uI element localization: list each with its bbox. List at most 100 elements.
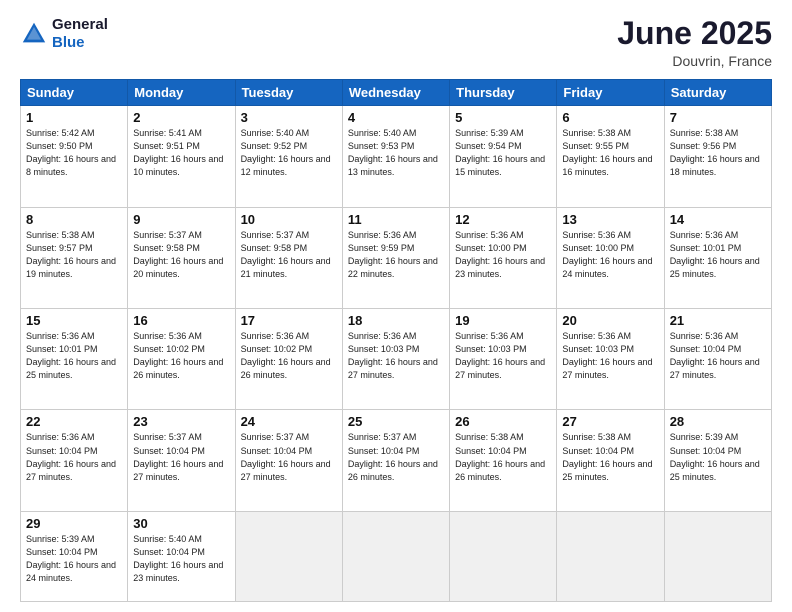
day-number: 30 — [133, 516, 229, 531]
day-number: 5 — [455, 110, 551, 125]
calendar-day-cell: 11 Sunrise: 5:36 AMSunset: 9:59 PMDayligh… — [342, 207, 449, 308]
calendar-day-cell: 24Sunrise: 5:37 AMSunset: 10:04 PMDaylig… — [235, 410, 342, 511]
day-number: 17 — [241, 313, 337, 328]
calendar-day-cell: 23 Sunrise: 5:37 AMSunset: 10:04 PMDaylig… — [128, 410, 235, 511]
day-number: 23 — [133, 414, 229, 429]
calendar-day-cell — [557, 511, 664, 601]
day-number: 16 — [133, 313, 229, 328]
calendar-day-cell: 17 Sunrise: 5:36 AMSunset: 10:02 PMDaylig… — [235, 309, 342, 410]
day-info: Sunrise: 5:38 AMSunset: 9:55 PMDaylight:… — [562, 127, 658, 179]
day-info: Sunrise: 5:40 AMSunset: 10:04 PMDaylight… — [133, 533, 229, 585]
calendar-table: SundayMondayTuesdayWednesdayThursdayFrid… — [20, 79, 772, 602]
calendar-header-row: SundayMondayTuesdayWednesdayThursdayFrid… — [21, 80, 772, 106]
calendar-day-cell: 13 Sunrise: 5:36 AMSunset: 10:00 PMDaylig… — [557, 207, 664, 308]
calendar-day-cell: 9 Sunrise: 5:37 AMSunset: 9:58 PMDaylight… — [128, 207, 235, 308]
calendar-day-cell: 26 Sunrise: 5:38 AMSunset: 10:04 PMDaylig… — [450, 410, 557, 511]
calendar-day-cell: 20 Sunrise: 5:36 AMSunset: 10:03 PMDaylig… — [557, 309, 664, 410]
day-info: Sunrise: 5:37 AMSunset: 9:58 PMDaylight:… — [133, 229, 229, 281]
day-number: 7 — [670, 110, 766, 125]
day-number: 20 — [562, 313, 658, 328]
day-info: Sunrise: 5:37 AMSunset: 10:04 PMDaylight… — [133, 431, 229, 483]
logo-text: General Blue — [52, 16, 108, 52]
calendar-day-cell: 8 Sunrise: 5:38 AMSunset: 9:57 PMDaylight… — [21, 207, 128, 308]
title-block: June 2025 Douvrin, France — [617, 16, 772, 69]
calendar-day-cell: 25 Sunrise: 5:37 AMSunset: 10:04 PMDaylig… — [342, 410, 449, 511]
calendar-day-cell: 10Sunrise: 5:37 AMSunset: 9:58 PMDayligh… — [235, 207, 342, 308]
day-info: Sunrise: 5:36 AMSunset: 10:03 PMDaylight… — [348, 330, 444, 382]
calendar-day-cell: 2 Sunrise: 5:41 AMSunset: 9:51 PMDaylight… — [128, 106, 235, 207]
day-number: 1 — [26, 110, 122, 125]
location: Douvrin, France — [617, 53, 772, 69]
calendar-day-cell — [664, 511, 771, 601]
logo-icon — [20, 20, 48, 48]
day-number: 8 — [26, 212, 122, 227]
day-info: Sunrise: 5:39 AMSunset: 10:04 PMDaylight… — [26, 533, 122, 585]
day-info: Sunrise: 5:36 AMSunset: 10:03 PMDaylight… — [562, 330, 658, 382]
day-info: Sunrise: 5:36 AMSunset: 10:00 PMDaylight… — [562, 229, 658, 281]
day-info: Sunrise: 5:38 AMSunset: 9:57 PMDaylight:… — [26, 229, 122, 281]
calendar-day-header: Thursday — [450, 80, 557, 106]
day-number: 19 — [455, 313, 551, 328]
day-info: Sunrise: 5:36 AMSunset: 10:04 PMDaylight… — [670, 330, 766, 382]
calendar-day-cell: 18 Sunrise: 5:36 AMSunset: 10:03 PMDaylig… — [342, 309, 449, 410]
day-info: Sunrise: 5:36 AMSunset: 10:01 PMDaylight… — [670, 229, 766, 281]
calendar-day-cell: 14 Sunrise: 5:36 AMSunset: 10:01 PMDaylig… — [664, 207, 771, 308]
day-info: Sunrise: 5:36 AMSunset: 10:02 PMDaylight… — [133, 330, 229, 382]
day-info: Sunrise: 5:40 AMSunset: 9:52 PMDaylight:… — [241, 127, 337, 179]
day-number: 26 — [455, 414, 551, 429]
day-info: Sunrise: 5:38 AMSunset: 10:04 PMDaylight… — [455, 431, 551, 483]
calendar-day-header: Monday — [128, 80, 235, 106]
calendar-day-cell: 5 Sunrise: 5:39 AMSunset: 9:54 PMDaylight… — [450, 106, 557, 207]
day-number: 9 — [133, 212, 229, 227]
header: General Blue June 2025 Douvrin, France — [20, 16, 772, 69]
calendar-day-cell — [235, 511, 342, 601]
day-info: Sunrise: 5:36 AMSunset: 9:59 PMDaylight:… — [348, 229, 444, 281]
day-number: 21 — [670, 313, 766, 328]
day-info: Sunrise: 5:37 AMSunset: 10:04 PMDaylight… — [241, 431, 337, 483]
calendar-day-cell: 1Sunrise: 5:42 AMSunset: 9:50 PMDaylight… — [21, 106, 128, 207]
day-number: 12 — [455, 212, 551, 227]
day-info: Sunrise: 5:40 AMSunset: 9:53 PMDaylight:… — [348, 127, 444, 179]
calendar-day-cell: 27 Sunrise: 5:38 AMSunset: 10:04 PMDaylig… — [557, 410, 664, 511]
calendar-day-cell: 6 Sunrise: 5:38 AMSunset: 9:55 PMDaylight… — [557, 106, 664, 207]
day-number: 18 — [348, 313, 444, 328]
day-info: Sunrise: 5:41 AMSunset: 9:51 PMDaylight:… — [133, 127, 229, 179]
day-info: Sunrise: 5:38 AMSunset: 9:56 PMDaylight:… — [670, 127, 766, 179]
calendar-day-cell: 15Sunrise: 5:36 AMSunset: 10:01 PMDaylig… — [21, 309, 128, 410]
day-info: Sunrise: 5:37 AMSunset: 9:58 PMDaylight:… — [241, 229, 337, 281]
calendar-day-cell: 19 Sunrise: 5:36 AMSunset: 10:03 PMDaylig… — [450, 309, 557, 410]
day-info: Sunrise: 5:37 AMSunset: 10:04 PMDaylight… — [348, 431, 444, 483]
day-number: 29 — [26, 516, 122, 531]
day-number: 3 — [241, 110, 337, 125]
calendar-day-cell — [342, 511, 449, 601]
calendar-week-row: 22Sunrise: 5:36 AMSunset: 10:04 PMDaylig… — [21, 410, 772, 511]
calendar-day-cell: 29 Sunrise: 5:39 AMSunset: 10:04 PMDaylig… — [21, 511, 128, 601]
calendar-day-cell: 7 Sunrise: 5:38 AMSunset: 9:56 PMDaylight… — [664, 106, 771, 207]
day-info: Sunrise: 5:36 AMSunset: 10:03 PMDaylight… — [455, 330, 551, 382]
day-info: Sunrise: 5:38 AMSunset: 10:04 PMDaylight… — [562, 431, 658, 483]
day-info: Sunrise: 5:39 AMSunset: 10:04 PMDaylight… — [670, 431, 766, 483]
day-number: 6 — [562, 110, 658, 125]
day-info: Sunrise: 5:36 AMSunset: 10:00 PMDaylight… — [455, 229, 551, 281]
calendar-week-row: 8 Sunrise: 5:38 AMSunset: 9:57 PMDaylight… — [21, 207, 772, 308]
day-info: Sunrise: 5:36 AMSunset: 10:02 PMDaylight… — [241, 330, 337, 382]
day-info: Sunrise: 5:39 AMSunset: 9:54 PMDaylight:… — [455, 127, 551, 179]
calendar-day-header: Tuesday — [235, 80, 342, 106]
calendar-week-row: 15Sunrise: 5:36 AMSunset: 10:01 PMDaylig… — [21, 309, 772, 410]
calendar-day-cell: 30 Sunrise: 5:40 AMSunset: 10:04 PMDaylig… — [128, 511, 235, 601]
calendar-day-header: Wednesday — [342, 80, 449, 106]
calendar-week-row: 1Sunrise: 5:42 AMSunset: 9:50 PMDaylight… — [21, 106, 772, 207]
day-number: 11 — [348, 212, 444, 227]
calendar-day-header: Saturday — [664, 80, 771, 106]
day-number: 25 — [348, 414, 444, 429]
day-number: 28 — [670, 414, 766, 429]
day-number: 2 — [133, 110, 229, 125]
day-info: Sunrise: 5:36 AMSunset: 10:01 PMDaylight… — [26, 330, 122, 382]
day-number: 14 — [670, 212, 766, 227]
calendar-day-cell: 3 Sunrise: 5:40 AMSunset: 9:52 PMDaylight… — [235, 106, 342, 207]
month-title: June 2025 — [617, 16, 772, 51]
calendar-day-cell: 12 Sunrise: 5:36 AMSunset: 10:00 PMDaylig… — [450, 207, 557, 308]
day-number: 27 — [562, 414, 658, 429]
calendar-day-cell: 21 Sunrise: 5:36 AMSunset: 10:04 PMDaylig… — [664, 309, 771, 410]
day-number: 13 — [562, 212, 658, 227]
